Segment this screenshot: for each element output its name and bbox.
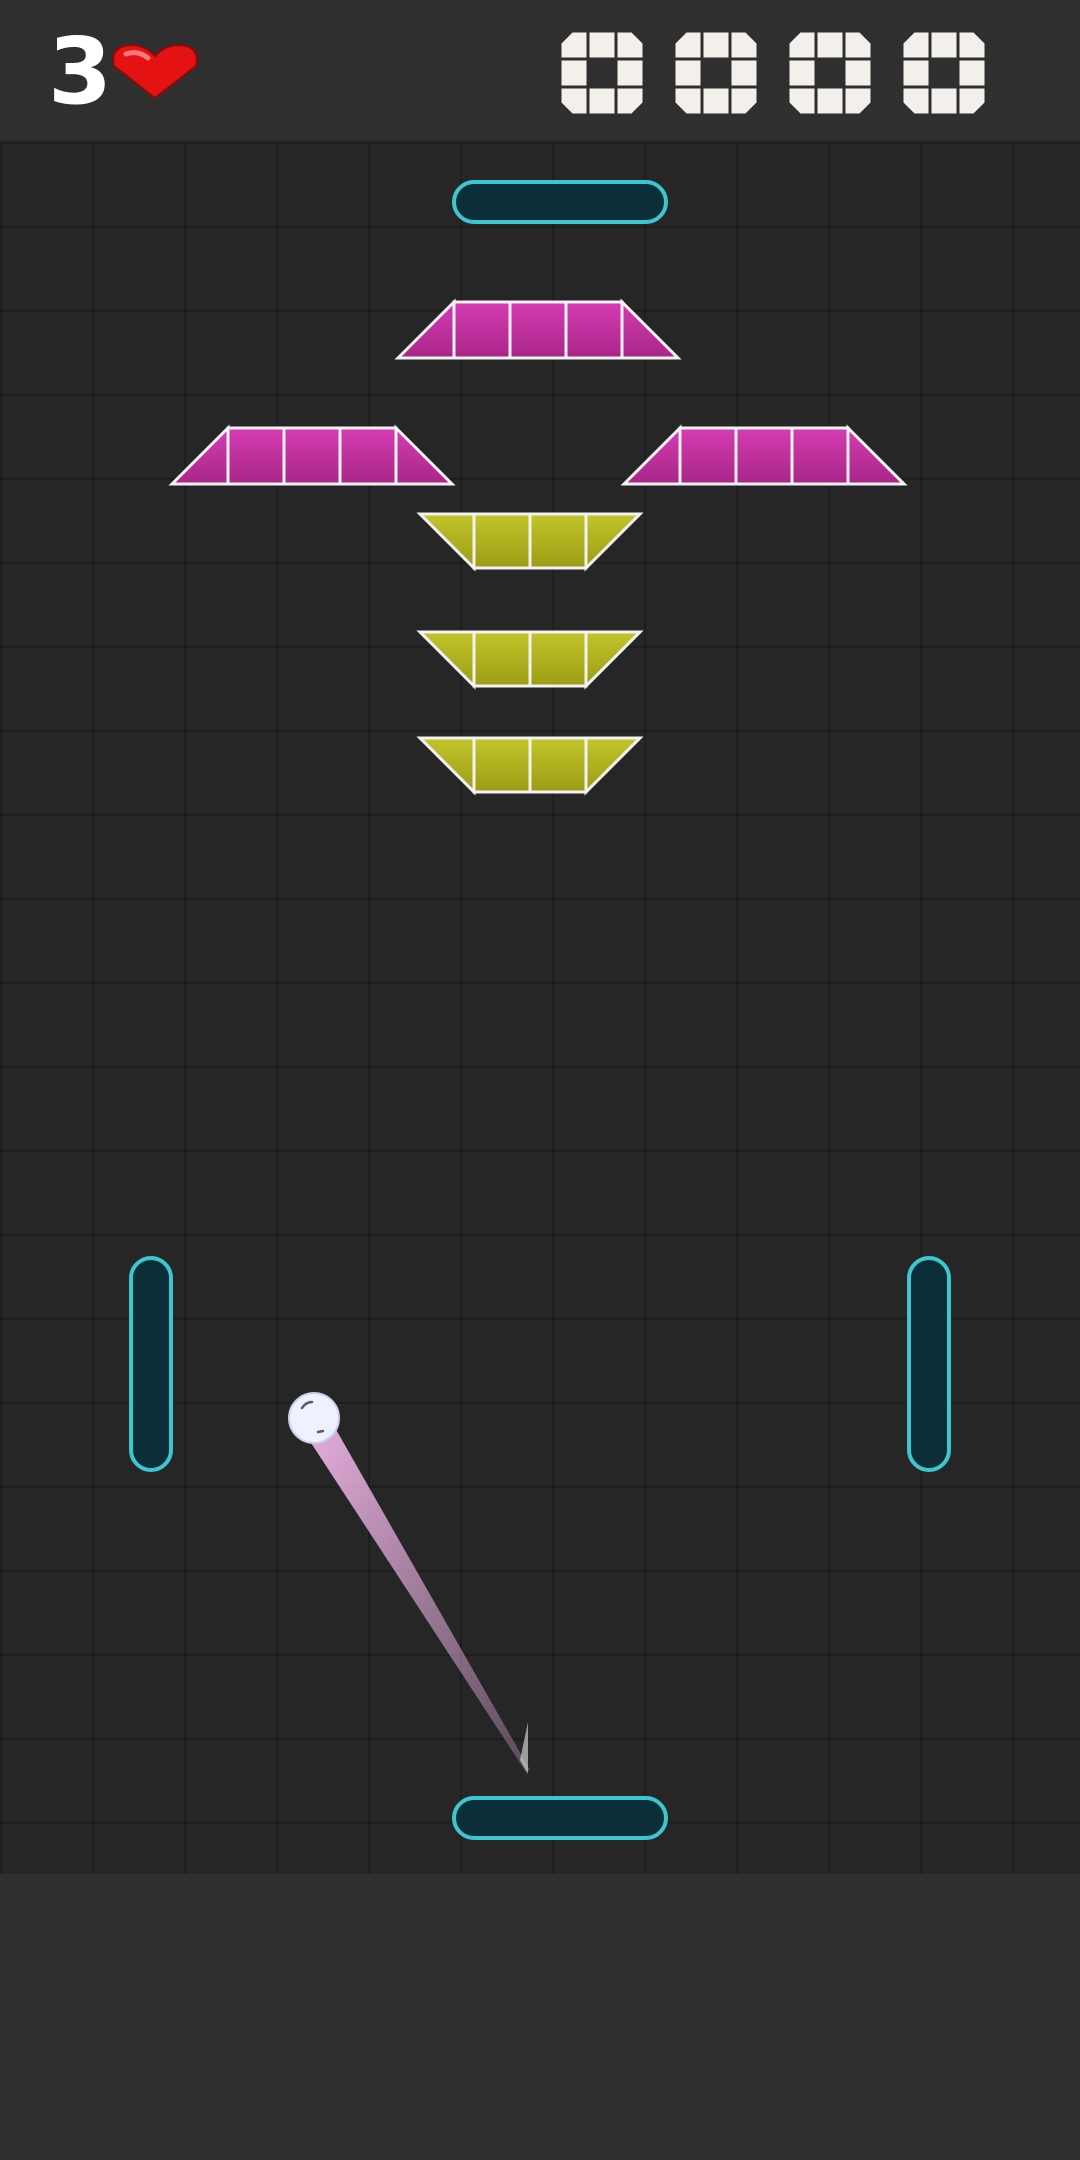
brick [472, 736, 532, 794]
brick-wedge [584, 512, 644, 572]
brick-wedge [416, 512, 476, 572]
brick-wedge [620, 424, 682, 486]
brick-row-yellow-2 [416, 630, 644, 690]
bottom-panel [0, 1874, 1080, 2160]
brick-row-yellow-1 [416, 512, 644, 572]
brick [508, 300, 568, 360]
game-screen[interactable]: 3 [0, 0, 1080, 2160]
paddle-bottom[interactable] [452, 1796, 668, 1840]
brick-wedge [394, 298, 456, 360]
brick-row-magenta-top [394, 298, 682, 360]
brick [528, 512, 588, 570]
paddle-right [907, 1256, 951, 1472]
brick [338, 426, 398, 486]
brick [528, 736, 588, 794]
brick-wedge [584, 630, 644, 690]
paddle-top [452, 180, 668, 224]
brick [564, 300, 624, 360]
brick-wedge [416, 736, 476, 796]
brick [528, 630, 588, 688]
trail-tip [520, 1722, 528, 1774]
brick [734, 426, 794, 486]
brick-row-magenta-right [620, 424, 908, 486]
brick-wedge [584, 736, 644, 796]
brick [226, 426, 286, 486]
brick-wedge [168, 424, 230, 486]
ball [288, 1392, 340, 1444]
ball-trail [300, 1412, 530, 1772]
brick-wedge [416, 630, 476, 690]
brick-row-magenta-left [168, 424, 456, 486]
brick [452, 300, 512, 360]
brick [282, 426, 342, 486]
game-layer [129, 180, 951, 1840]
brick [678, 426, 738, 486]
brick [790, 426, 850, 486]
brick-wedge [620, 298, 682, 360]
brick-wedge [394, 424, 456, 486]
brick-row-yellow-3 [416, 736, 644, 796]
brick [472, 630, 532, 688]
paddle-left [129, 1256, 173, 1472]
brick-wedge [846, 424, 908, 486]
brick [472, 512, 532, 570]
